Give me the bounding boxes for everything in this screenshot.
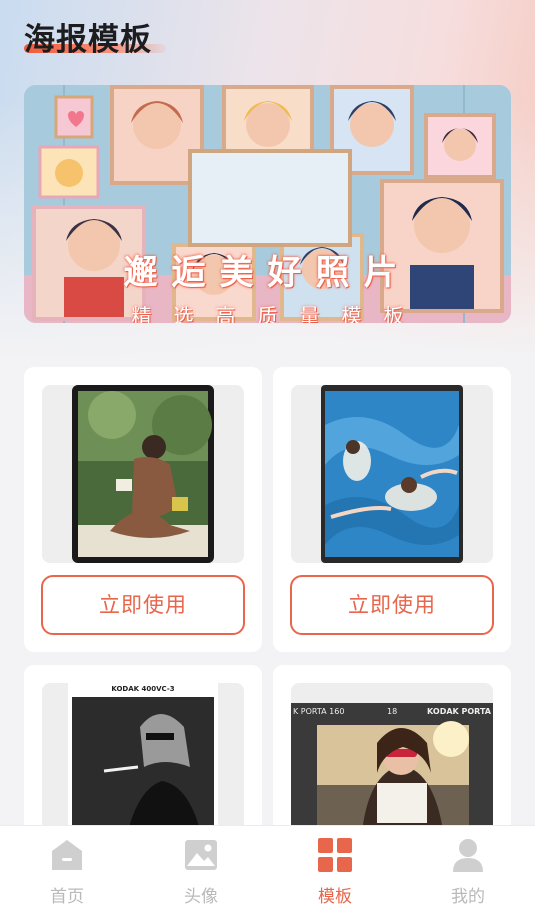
film-label: K PORTA 160 18 KODAK PORTA bbox=[291, 707, 493, 719]
image-icon bbox=[185, 840, 217, 870]
use-template-button[interactable]: 立即使用 bbox=[41, 575, 245, 635]
banner-subtitle: 精选高质量模板 bbox=[131, 304, 426, 323]
tab-avatar[interactable]: 头像 bbox=[134, 826, 268, 915]
template-thumbnail[interactable] bbox=[42, 385, 244, 563]
user-icon bbox=[453, 839, 483, 872]
tab-home[interactable]: 首页 bbox=[0, 826, 134, 915]
tab-label: 首页 bbox=[50, 887, 84, 907]
film-frame-number: 18 bbox=[387, 707, 398, 716]
template-thumbnail[interactable] bbox=[291, 385, 493, 563]
use-template-button[interactable]: 立即使用 bbox=[290, 575, 494, 635]
film-label: KODAK 400VC-3 bbox=[111, 685, 175, 693]
bottom-tab-bar: 首页 头像 模板 我的 bbox=[0, 825, 535, 915]
tab-label: 我的 bbox=[451, 887, 485, 907]
tab-label: 头像 bbox=[184, 887, 218, 907]
template-card[interactable]: 立即使用 bbox=[273, 367, 511, 652]
tab-templates[interactable]: 模板 bbox=[268, 826, 402, 915]
tab-label: 模板 bbox=[318, 887, 352, 907]
promo-banner[interactable]: 邂逅美好照片 精选高质量模板 bbox=[24, 85, 511, 323]
grid-icon bbox=[318, 838, 352, 872]
template-preview-image bbox=[321, 385, 463, 563]
banner-title: 邂逅美好照片 bbox=[123, 253, 412, 293]
page-title: 海报模板 bbox=[24, 22, 152, 58]
tab-profile[interactable]: 我的 bbox=[401, 826, 535, 915]
template-preview-image bbox=[72, 385, 214, 563]
template-card[interactable]: 立即使用 bbox=[24, 367, 262, 652]
film-label-right: KODAK PORTA bbox=[427, 707, 491, 716]
home-icon bbox=[52, 840, 82, 870]
film-label-left: K PORTA 160 bbox=[293, 707, 345, 716]
